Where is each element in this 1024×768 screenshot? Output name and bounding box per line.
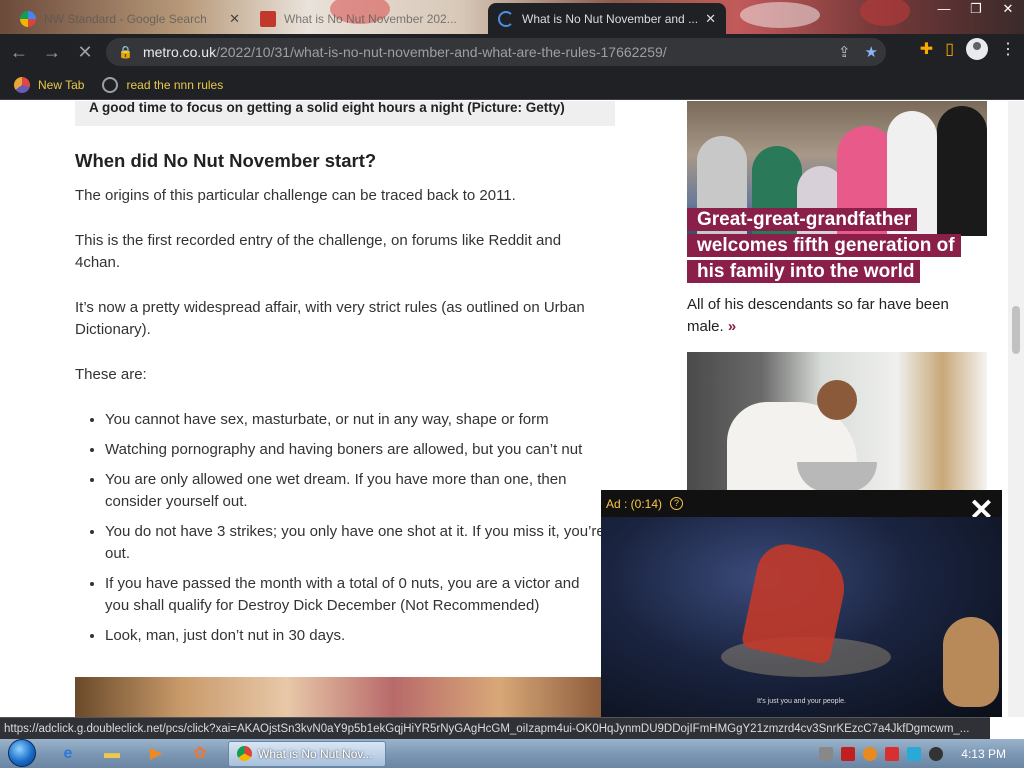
tab-title: What is No Nut November 202... [284,11,457,26]
taskbar-task-label: What is No Nut Nov... [258,746,373,761]
menu-kebab-icon[interactable]: ⋮ [1000,39,1016,59]
tray-search-icon[interactable] [863,746,878,761]
list-item: Look, man, just don’t nut in 30 days. [105,625,605,647]
bookmark-new-tab[interactable]: New Tab [14,76,85,93]
stop-loading-icon[interactable]: ✕ [71,38,99,66]
list-item: You do not have 3 strikes; you only have… [105,521,605,565]
side-panel-icon[interactable]: ▯ [945,39,954,59]
bookmark-nnn-rules[interactable]: read the nnn rules [102,76,224,93]
new-tab-icon [14,76,30,93]
image-caption: A good time to focus on getting a solid … [75,101,615,126]
article-body: When did No Nut November start? The orig… [75,149,605,655]
paragraph: This is the first recorded entry of the … [75,232,562,271]
tab-htc-article[interactable]: What is No Nut November 202... [250,3,490,34]
rules-list: You cannot have sex, masturbate, or nut … [105,409,605,647]
file-explorer-icon[interactable]: ▬ [92,741,132,767]
browser-toolbar: ← → ✕ 🔒 metro.co.uk/2022/10/31/what-is-n… [0,34,1024,70]
back-icon[interactable]: ← [5,38,33,66]
media-player-icon[interactable]: ▶ [136,741,176,767]
tray-app-icon[interactable] [819,746,834,761]
share-icon[interactable]: ⇪ [838,43,851,61]
page-scrollbar[interactable] [1008,101,1024,717]
section-heading: When did No Nut November start? [75,150,377,171]
clock[interactable]: 4:13 PM [961,747,1006,761]
link-status-bar: https://adclick.g.doubleclick.net/pcs/cl… [0,717,990,739]
story-headline[interactable]: Great-great-grandfather welcomes fifth g… [687,207,987,285]
tab-close-icon[interactable]: ✕ [705,11,716,27]
hamster-mascot [943,617,999,707]
bookmark-label: New Tab [38,77,85,92]
tab-title: NW Standard - Google Search [44,11,207,26]
window-controls: — ❐ ✕ [928,0,1024,20]
list-item: If you have passed the month with a tota… [105,573,605,617]
paragraph: The origins of this particular challenge… [75,187,516,204]
restore-icon[interactable]: ❐ [960,0,992,20]
tray-flag-icon[interactable] [885,746,900,761]
help-icon[interactable]: ? [670,497,684,510]
windows-taskbar: e ▬ ▶ ✿ What is No Nut Nov... 4:13 PM [0,739,1024,768]
ad-video-frame[interactable]: It's just you and your people. [601,517,1002,717]
globe-icon [102,76,119,93]
bookmark-star-icon[interactable]: ★ [865,43,878,61]
lock-icon[interactable]: 🔒 [118,45,133,59]
tray-network-icon[interactable] [907,746,922,761]
start-button[interactable] [0,739,44,768]
address-bar[interactable]: 🔒 metro.co.uk/2022/10/31/what-is-no-nut-… [106,38,886,66]
tab-google-search[interactable]: NW Standard - Google Search ✕ [10,3,250,34]
video-ad[interactable]: Ad : (0:14) ? ✕ It's just you and your p… [601,490,1002,717]
paragraph: These are: [75,366,147,383]
system-tray: 4:13 PM [819,739,1024,768]
close-window-icon[interactable]: ✕ [992,0,1024,20]
story-teaser: All of his descendants so far have been … [687,296,949,335]
url-host: metro.co.uk [142,44,217,60]
ad-countdown-label: Ad : (0:14) [606,496,663,511]
forward-icon[interactable]: → [38,38,66,66]
minimize-icon[interactable]: — [928,0,960,20]
google-icon [20,10,36,27]
tray-volume-icon[interactable] [929,746,944,761]
tab-title: What is No Nut November and ... [522,11,698,26]
profile-avatar-icon[interactable] [966,38,988,60]
bookmark-label: read the nnn rules [126,77,224,92]
tab-metro-article[interactable]: What is No Nut November and ... ✕ [488,3,726,34]
tray-antivirus-icon[interactable] [841,746,856,761]
bookmarks-bar: New Tab read the nnn rules [0,70,1024,100]
list-item: You cannot have sex, masturbate, or nut … [105,409,605,431]
ad-header: Ad : (0:14) ? [601,490,1002,517]
taskbar-chrome-window[interactable]: What is No Nut Nov... [228,740,386,767]
chrome-icon [237,746,252,761]
list-item: You are only allowed one wet dream. If y… [105,469,605,513]
windows-logo-icon [8,739,36,767]
tab-strip: NW Standard - Google Search ✕ What is No… [0,0,1024,34]
tab-close-icon[interactable]: ✕ [229,11,240,27]
ad-subtitle: It's just you and your people. [757,698,846,705]
story-thumbnail-woman[interactable] [687,352,987,502]
article-image [75,677,605,717]
paragraph: It’s now a pretty widespread affair, wit… [75,299,585,338]
scrollbar-thumb[interactable] [1012,306,1020,354]
read-more-icon[interactable]: » [728,318,736,335]
extensions-icon[interactable]: ✚ [920,39,933,59]
url-path: /2022/10/31/what-is-no-nut-november-and-… [216,44,667,60]
list-item: Watching pornography and having boners a… [105,439,605,461]
site-favicon-icon [260,10,276,27]
paint-icon[interactable]: ✿ [180,741,220,767]
internet-explorer-icon[interactable]: e [48,741,88,767]
loading-spinner-icon [498,10,514,27]
